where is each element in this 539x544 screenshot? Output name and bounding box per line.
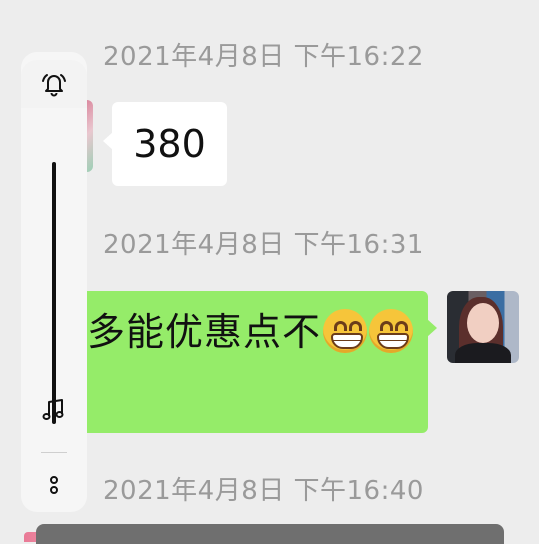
outgoing-message-content: 多能优惠点不: [87, 307, 417, 357]
grinning-face-emoji-icon: [369, 309, 414, 353]
media-volume-button[interactable]: [21, 387, 87, 433]
message-bubble-partial[interactable]: [36, 524, 504, 544]
self-avatar[interactable]: [447, 291, 519, 363]
ringer-mode-button[interactable]: [21, 60, 87, 108]
incoming-message-text: 380: [133, 122, 206, 166]
grinning-face-emoji-icon: [323, 309, 368, 353]
bell-icon: [42, 74, 66, 97]
timestamp-3: 2021年4月8日 下午16:40: [103, 476, 424, 506]
panel-divider: [41, 452, 67, 453]
outgoing-message-text: 多能优惠点不: [87, 310, 322, 354]
timestamp-2: 2021年4月8日 下午16:31: [103, 230, 424, 260]
incoming-message-bubble[interactable]: 380: [103, 102, 227, 186]
music-note-icon: [42, 399, 64, 420]
volume-slider[interactable]: [52, 162, 56, 424]
more-options-button[interactable]: [21, 462, 87, 508]
outgoing-message-bubble[interactable]: 多能优惠点不: [60, 291, 437, 433]
timestamp-1: 2021年4月8日 下午16:22: [103, 42, 424, 72]
volume-panel[interactable]: [21, 52, 87, 512]
more-icon: [50, 476, 58, 494]
